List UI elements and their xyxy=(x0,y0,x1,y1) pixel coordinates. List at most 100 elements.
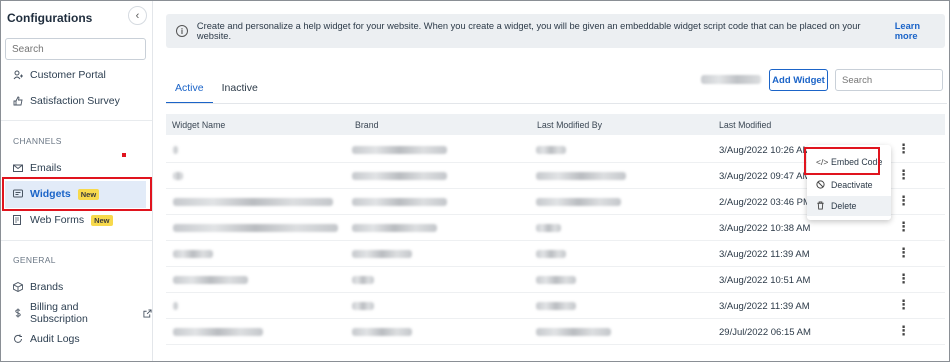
new-badge: New xyxy=(91,214,113,226)
redacted-cell xyxy=(352,172,447,180)
info-banner: i Create and personalize a help widget f… xyxy=(166,14,945,48)
table-row[interactable]: 3/Aug/2022 10:51 AM ⋮ xyxy=(166,267,945,293)
sidebar-divider xyxy=(0,240,152,241)
redacted-cell xyxy=(536,250,566,258)
table-row[interactable]: 29/Jul/2022 06:15 AM ⋮ xyxy=(166,319,945,345)
last-modified-cell: 3/Aug/2022 10:38 AM xyxy=(719,223,811,234)
col-widget-name: Widget Name xyxy=(172,120,226,130)
notification-dot xyxy=(122,153,126,157)
last-modified-cell: 3/Aug/2022 10:26 AM xyxy=(719,145,811,156)
redacted-cell xyxy=(352,146,447,154)
sidebar-title: Configurations xyxy=(7,11,93,25)
last-modified-cell: 3/Aug/2022 11:39 AM xyxy=(719,249,810,260)
redacted-cell xyxy=(173,328,263,336)
last-modified-cell: 3/Aug/2022 09:47 AM xyxy=(719,171,811,182)
main-content: i Create and personalize a help widget f… xyxy=(153,0,950,362)
sidebar-divider xyxy=(0,120,152,121)
col-last-modified: Last Modified xyxy=(719,120,772,130)
section-general: GENERAL xyxy=(13,255,56,265)
menu-item-deactivate[interactable]: Deactivate xyxy=(807,175,891,195)
highlight-box xyxy=(804,147,880,175)
add-widget-button[interactable]: Add Widget xyxy=(769,69,828,91)
tab-active[interactable]: Active xyxy=(166,80,213,104)
last-modified-cell: 3/Aug/2022 10:51 AM xyxy=(719,275,811,286)
trash-icon xyxy=(816,200,825,212)
col-last-modified-by: Last Modified By xyxy=(537,120,603,130)
more-options-icon[interactable]: ⋮ xyxy=(897,272,910,286)
sidebar-item-label: Emails xyxy=(30,162,62,174)
redacted-cell xyxy=(536,276,576,284)
user-portal-icon xyxy=(13,70,23,80)
table-row[interactable]: 3/Aug/2022 11:39 AM ⋮ xyxy=(166,241,945,267)
menu-item-label: Deactivate xyxy=(831,180,873,190)
redacted-user xyxy=(701,75,761,84)
redacted-cell xyxy=(173,146,178,154)
info-text: Create and personalize a help widget for… xyxy=(196,21,861,41)
redacted-cell xyxy=(173,224,338,232)
sidebar-item-web-forms[interactable]: Web Forms New xyxy=(13,212,113,228)
more-options-icon[interactable]: ⋮ xyxy=(897,220,910,234)
tab-inactive[interactable]: Inactive xyxy=(213,80,267,102)
sidebar-item-label: Web Forms xyxy=(30,214,85,226)
tab-divider xyxy=(166,103,947,104)
tab-bar: Active Inactive xyxy=(166,80,267,104)
more-options-icon[interactable]: ⋮ xyxy=(897,194,910,208)
redacted-cell xyxy=(352,276,374,284)
chevron-left-icon[interactable]: ‹ xyxy=(128,6,147,25)
menu-item-label: Delete xyxy=(831,201,857,211)
sidebar-item-label: Brands xyxy=(30,281,64,293)
learn-more-link[interactable]: Learn more xyxy=(895,21,945,41)
section-channels: CHANNELS xyxy=(13,136,62,146)
redacted-cell xyxy=(352,250,412,258)
redacted-cell xyxy=(173,198,333,206)
redacted-cell xyxy=(536,172,626,180)
dollar-icon xyxy=(13,308,23,318)
more-options-icon[interactable]: ⋮ xyxy=(897,298,910,312)
redacted-cell xyxy=(536,302,576,310)
sidebar-item-label: Audit Logs xyxy=(30,333,80,345)
mail-icon xyxy=(13,163,23,173)
redacted-cell xyxy=(173,250,213,258)
sidebar-item-label: Billing and Subscription xyxy=(30,301,88,325)
sidebar-item-customer-portal[interactable]: Customer Portal xyxy=(13,67,106,83)
sidebar: Configurations ‹ Customer Portal Satisfa… xyxy=(0,0,153,362)
sidebar-item-audit-logs[interactable]: Audit Logs xyxy=(13,331,80,347)
redacted-cell xyxy=(173,172,183,180)
menu-item-delete[interactable]: Delete xyxy=(807,196,891,216)
sidebar-item-label: Customer Portal xyxy=(30,69,106,81)
more-options-icon[interactable]: ⋮ xyxy=(897,246,910,260)
thumbs-up-icon xyxy=(13,96,23,106)
last-modified-cell: 2/Aug/2022 03:46 PM xyxy=(719,197,811,208)
form-icon xyxy=(13,215,23,225)
sidebar-item-emails[interactable]: Emails xyxy=(13,160,62,176)
redacted-cell xyxy=(536,146,566,154)
redacted-cell xyxy=(352,198,447,206)
sidebar-item-satisfaction-survey[interactable]: Satisfaction Survey xyxy=(13,93,120,109)
last-modified-cell: 3/Aug/2022 11:39 AM xyxy=(719,301,810,312)
redacted-cell xyxy=(173,276,248,284)
col-brand: Brand xyxy=(355,120,379,130)
redacted-cell xyxy=(352,328,412,336)
redacted-cell xyxy=(536,328,611,336)
more-options-icon[interactable]: ⋮ xyxy=(897,324,910,338)
table-header: Widget Name Brand Last Modified By Last … xyxy=(166,114,945,135)
more-options-icon[interactable]: ⋮ xyxy=(897,168,910,182)
widget-search-input[interactable] xyxy=(835,69,943,91)
redacted-cell xyxy=(536,198,621,206)
refresh-icon xyxy=(13,334,23,344)
redacted-cell xyxy=(173,302,178,310)
external-link-icon xyxy=(142,308,152,318)
info-icon: i xyxy=(176,25,188,37)
table-row[interactable]: 3/Aug/2022 11:39 AM ⋮ xyxy=(166,293,945,319)
sidebar-search-input[interactable] xyxy=(5,38,146,60)
sidebar-item-brands[interactable]: Brands xyxy=(13,279,63,295)
redacted-cell xyxy=(536,224,561,232)
cube-icon xyxy=(13,282,23,292)
sidebar-item-billing[interactable]: Billing and Subscription xyxy=(13,301,152,325)
redacted-cell xyxy=(352,302,374,310)
more-options-icon[interactable]: ⋮ xyxy=(897,142,910,156)
highlight-box xyxy=(2,177,152,211)
redacted-cell xyxy=(352,224,437,232)
last-modified-cell: 29/Jul/2022 06:15 AM xyxy=(719,327,811,338)
sidebar-item-label: Satisfaction Survey xyxy=(30,95,120,107)
